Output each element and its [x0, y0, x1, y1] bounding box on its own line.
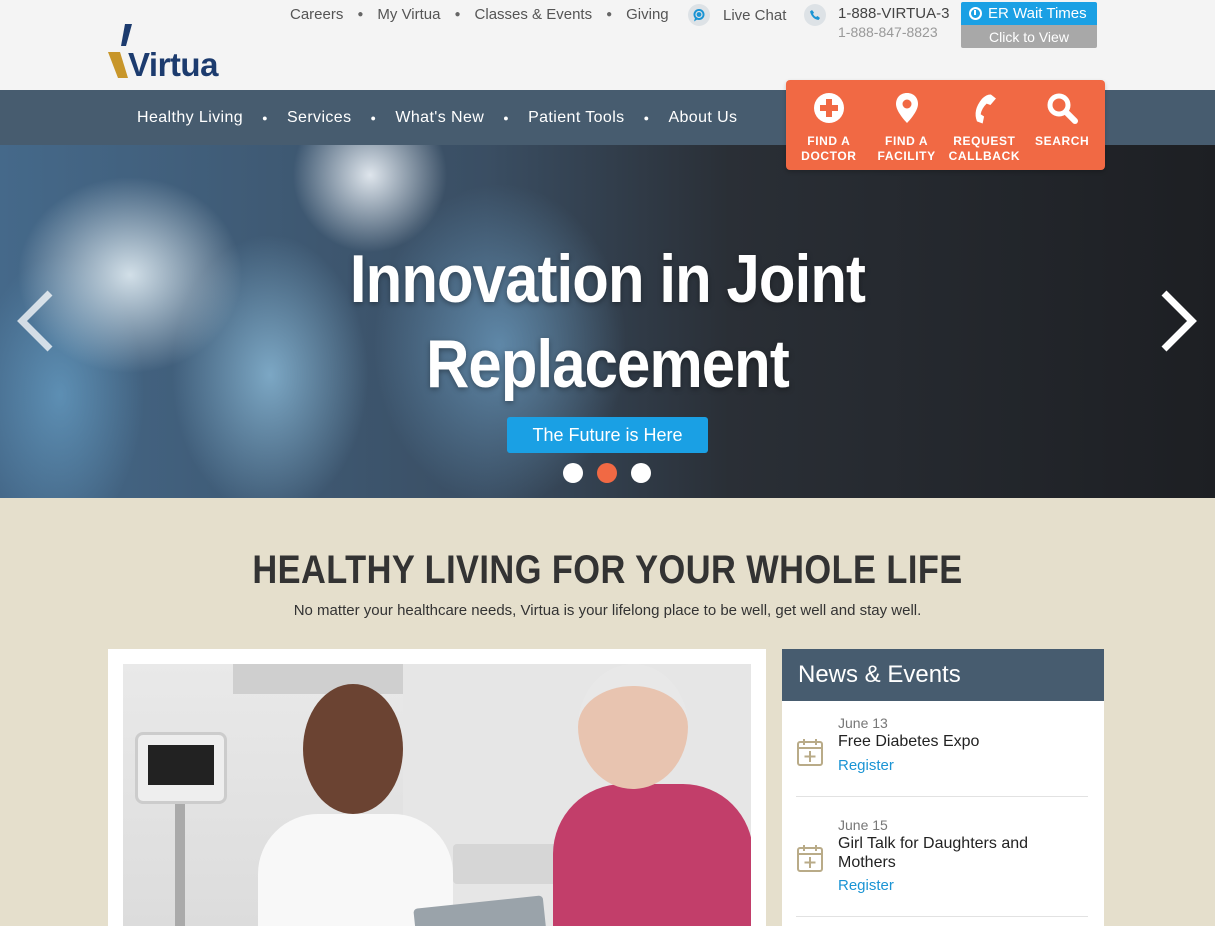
- hero-title: Innovation in Joint Replacement: [73, 237, 1142, 407]
- live-chat-link[interactable]: Live Chat: [688, 4, 786, 26]
- careers-link[interactable]: Careers: [290, 6, 343, 23]
- separator-dot: ●: [503, 112, 510, 123]
- news-item: June 13 Free Diabetes Expo Register: [796, 713, 1088, 797]
- utility-links: Careers ● My Virtua ● Classes & Events ●…: [290, 6, 669, 23]
- medical-cross-icon: [813, 93, 844, 123]
- monitor-pole: [175, 804, 185, 926]
- hero-carousel: Innovation in Joint Replacement The Futu…: [0, 145, 1215, 498]
- phone-icon: [804, 4, 826, 26]
- hero-cta-button[interactable]: The Future is Here: [507, 417, 708, 453]
- carousel-dot-1[interactable]: [563, 463, 583, 483]
- live-chat-label: Live Chat: [723, 6, 787, 24]
- section-title: HEALTHY LIVING FOR YOUR WHOLE LIFE: [252, 548, 963, 592]
- carousel-dot-3[interactable]: [631, 463, 651, 483]
- hero-title-line-1: Innovation in Joint: [349, 241, 866, 317]
- carousel-dots: [563, 463, 665, 483]
- search-label: SEARCH: [1034, 134, 1090, 148]
- find-a-facility-button[interactable]: FIND A FACILITY: [868, 80, 946, 170]
- nav-item-whats-new[interactable]: What's New: [395, 109, 484, 127]
- request-callback-label: REQUEST CALLBACK: [948, 134, 1021, 163]
- nav-item-healthy-living[interactable]: Healthy Living: [137, 109, 243, 127]
- er-click-to-view: Click to View: [961, 25, 1097, 48]
- er-wait-times-button[interactable]: ER Wait Times Click to View: [961, 2, 1097, 48]
- map-pin-icon: [895, 93, 918, 123]
- news-title[interactable]: Free Diabetes Expo: [838, 732, 1078, 751]
- news-title[interactable]: Girl Talk for Daughters and Mothers: [838, 834, 1078, 872]
- hero-title-line-2: Replacement: [426, 326, 790, 402]
- calendar-plus-icon: [797, 845, 823, 872]
- patient-figure-body: [553, 784, 751, 926]
- phone-number-main: 1-888-VIRTUA-3: [838, 5, 950, 22]
- calendar-plus-icon: [797, 739, 823, 766]
- vital-signs-monitor: [135, 732, 227, 804]
- find-a-facility-label: FIND A FACILITY: [877, 134, 936, 163]
- section-subtitle: No matter your healthcare needs, Virtua …: [293, 602, 922, 619]
- nav-item-patient-tools[interactable]: Patient Tools: [528, 109, 625, 127]
- feature-photo-card[interactable]: [108, 649, 766, 926]
- search-icon: [1047, 93, 1079, 124]
- giving-link[interactable]: Giving: [626, 6, 669, 23]
- doctor-figure-head: [303, 684, 403, 814]
- news-date: June 15: [838, 817, 888, 833]
- doctor-patient-photo: [123, 664, 751, 926]
- request-callback-button[interactable]: REQUEST CALLBACK: [946, 80, 1024, 170]
- chevron-left-icon[interactable]: [16, 290, 56, 352]
- patient-figure-head: [578, 664, 688, 789]
- chat-bubble-icon: [688, 4, 710, 26]
- news-date: June 13: [838, 715, 888, 731]
- chevron-right-icon[interactable]: [1158, 290, 1198, 352]
- virtua-logo[interactable]: Virtua: [108, 22, 226, 83]
- quick-actions-panel: FIND A DOCTOR FIND A FACILITY REQUEST CA…: [786, 80, 1105, 170]
- phone-icon: [975, 94, 997, 124]
- separator-dot: ●: [643, 112, 650, 123]
- logo-text: Virtua: [128, 46, 218, 83]
- news-events-panel: News & Events June 13 Free Diabetes Expo…: [782, 649, 1104, 926]
- my-virtua-link[interactable]: My Virtua: [377, 6, 440, 23]
- separator-dot: ●: [262, 112, 268, 123]
- carousel-dot-2-active[interactable]: [597, 463, 617, 483]
- register-link[interactable]: Register: [838, 757, 894, 774]
- nav-item-about-us[interactable]: About Us: [668, 109, 737, 127]
- clock-icon: [969, 7, 982, 20]
- news-item: June 15 Girl Talk for Daughters and Moth…: [796, 813, 1088, 917]
- er-wait-times-label: ER Wait Times: [988, 5, 1087, 22]
- phone-number-alt: 1-888-847-8823: [838, 24, 938, 40]
- find-a-doctor-label: FIND A DOCTOR: [801, 134, 857, 163]
- classes-events-link[interactable]: Classes & Events: [475, 6, 593, 23]
- er-wait-times-header: ER Wait Times: [961, 2, 1097, 25]
- separator-dot: ●: [357, 9, 364, 20]
- news-events-heading: News & Events: [782, 649, 1104, 701]
- find-a-doctor-button[interactable]: FIND A DOCTOR: [790, 80, 868, 170]
- utility-bar: Virtua Careers ● My Virtua ● Classes & E…: [0, 0, 1215, 90]
- nav-item-services[interactable]: Services: [287, 109, 352, 127]
- search-button[interactable]: SEARCH: [1023, 80, 1101, 170]
- separator-dot: ●: [454, 9, 461, 20]
- separator-dot: ●: [606, 9, 613, 20]
- separator-dot: ●: [370, 112, 377, 123]
- phone-contact[interactable]: 1-888-VIRTUA-3 1-888-847-8823: [804, 4, 949, 42]
- register-link[interactable]: Register: [838, 877, 894, 894]
